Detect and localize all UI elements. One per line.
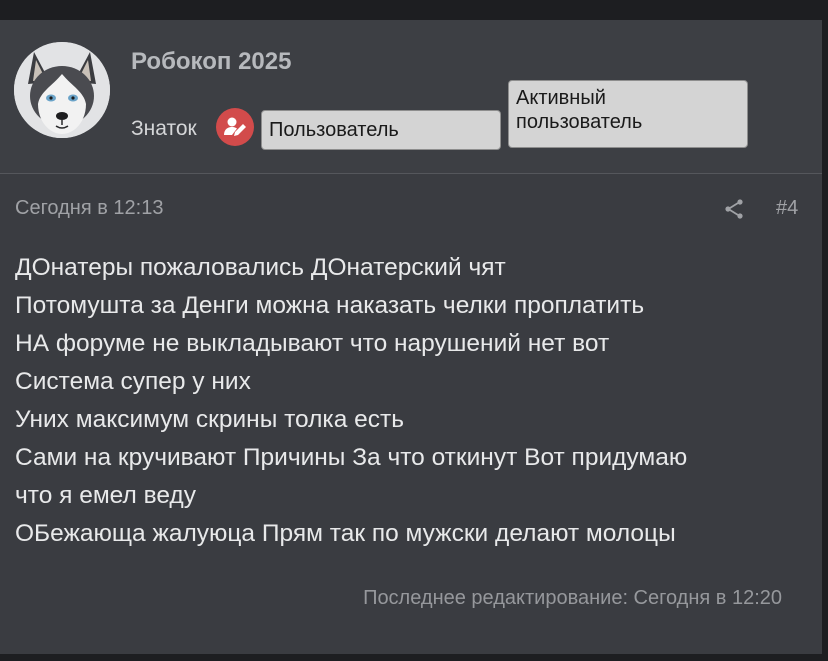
post-message: ДОнатеры пожаловались ДОнатерский чят По… — [15, 249, 810, 553]
user-title: Знаток — [131, 117, 197, 140]
message-line: НА форуме не выкладывают что нарушений н… — [15, 330, 610, 357]
message-line: ДОнатеры пожаловались ДОнатерский чят — [15, 254, 506, 281]
message-line: что я емел веду — [15, 482, 196, 509]
post-date[interactable]: Сегодня в 12:13 — [15, 197, 163, 220]
forum-post: Робокоп 2025 Знаток Пользователь Активны… — [0, 20, 822, 654]
badge-active-user: Активный пользователь — [508, 80, 748, 148]
user-pen-icon — [216, 108, 254, 146]
post-meta: Сегодня в 12:13 #4 — [0, 197, 822, 227]
post-number-link[interactable]: #4 — [776, 197, 798, 220]
message-line: ОБежающа жалуюца Прям так по мужски дела… — [15, 520, 676, 547]
message-line: Система супер у них — [15, 368, 251, 395]
user-avatar[interactable] — [14, 42, 110, 138]
message-line: Потомушта за Денги можна наказать челки … — [15, 292, 645, 319]
message-line: Уних максимум скрины толка есть — [15, 406, 404, 433]
last-edit-note: Последнее редактирование: Сегодня в 12:2… — [363, 587, 782, 609]
username[interactable]: Робокоп 2025 — [131, 48, 291, 76]
husky-avatar-icon — [14, 42, 110, 138]
message-line: Сами на кручивают Причины За что откинут… — [15, 444, 688, 471]
badge-user: Пользователь — [261, 110, 501, 150]
post-header: Робокоп 2025 Знаток Пользователь Активны… — [0, 20, 822, 174]
share-icon[interactable] — [722, 197, 746, 221]
